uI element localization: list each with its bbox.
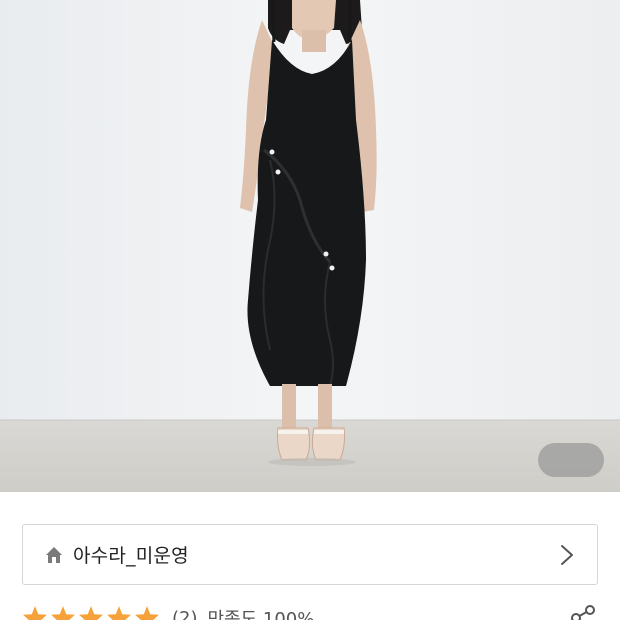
star-rating: [22, 605, 160, 620]
rating-row: (2) 만족도 100%: [22, 603, 598, 620]
product-image[interactable]: [0, 0, 620, 492]
star-icon: [107, 606, 131, 620]
star-icon: [51, 606, 75, 620]
product-photo-illustration: [0, 0, 620, 492]
star-icon: [79, 606, 103, 620]
satisfaction-rate: 만족도 100%: [207, 609, 315, 620]
image-page-indicator: [538, 443, 604, 477]
chevron-right-icon[interactable]: [557, 543, 577, 567]
home-icon: [43, 544, 65, 566]
product-detail-page: 아수라_미운영 (2) 만족도 100%: [0, 0, 620, 620]
share-icon[interactable]: [568, 603, 598, 620]
store-name: 아수라_미운영: [73, 545, 189, 567]
store-link-row[interactable]: 아수라_미운영: [22, 524, 598, 585]
star-icon: [23, 606, 47, 620]
star-icon: [135, 606, 159, 620]
review-count[interactable]: (2): [172, 608, 198, 620]
